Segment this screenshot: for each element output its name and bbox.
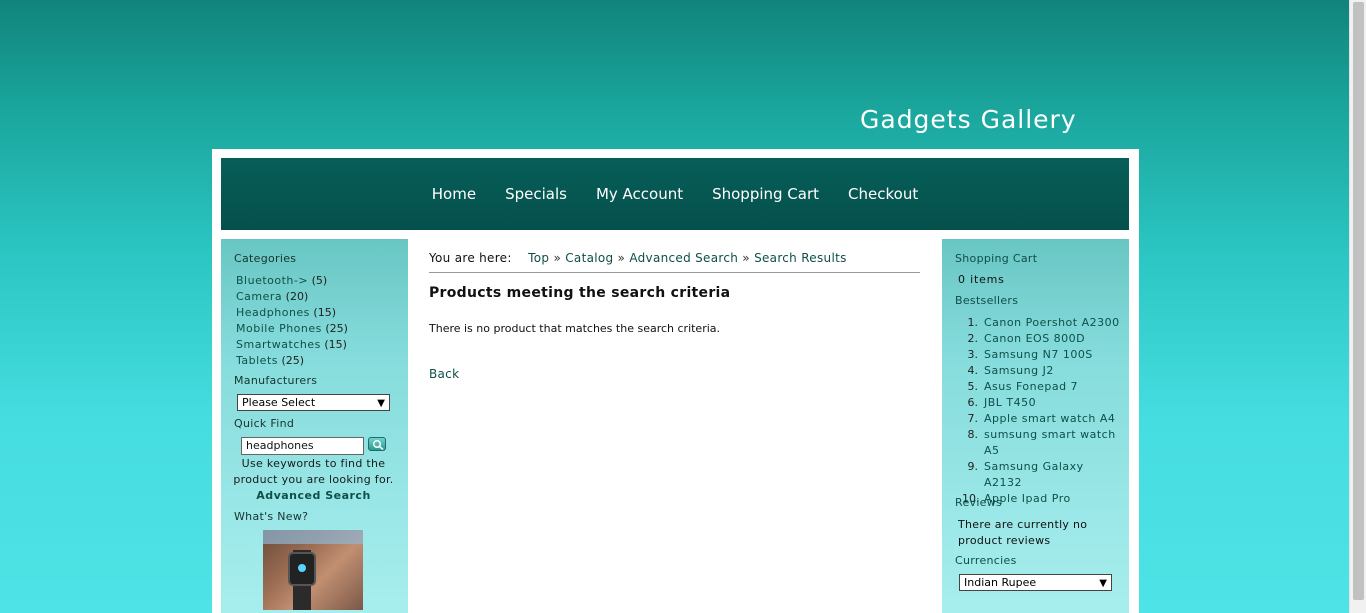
breadcrumb-search-results[interactable]: Search Results [754,251,847,265]
shopping-cart-heading[interactable]: Shopping Cart [955,252,1037,265]
list-item: 7. Apple smart watch A4 [962,411,1122,427]
site-title: Gadgets Gallery [860,105,1077,134]
quick-find-heading: Quick Find [234,417,295,430]
list-number: 8. [967,428,979,441]
right-sidebar: Shopping Cart 0 items Bestsellers 1. Cano… [942,239,1129,613]
page-container: Home Specials My Account Shopping Cart C… [212,149,1139,613]
category-link[interactable]: Headphones [236,306,310,319]
reviews-text: There are currently no product reviews [958,518,1088,547]
breadcrumb-separator: » [742,251,750,265]
list-item: 4. Samsung J2 [962,363,1122,379]
watch-face [288,552,316,586]
cart-item-count: 0 items [958,273,1005,286]
category-item[interactable]: Smartwatches (15) [236,337,348,353]
category-item[interactable]: Tablets (25) [236,353,348,369]
breadcrumb-prefix: You are here: [429,251,512,265]
breadcrumb-separator: » [553,251,562,265]
back-link[interactable]: Back [429,367,459,381]
bestsellers-heading: Bestsellers [955,294,1019,307]
category-link[interactable]: Tablets [236,354,278,367]
vertical-scrollbar[interactable] [1349,0,1366,613]
manufacturers-selected: Please Select [242,396,316,409]
whats-new-product-image[interactable] [263,530,363,610]
search-button[interactable] [368,437,386,451]
bestseller-link[interactable]: Samsung Galaxy A2132 [984,459,1122,491]
category-link[interactable]: Smartwatches [236,338,321,351]
list-item: 5. Asus Fonepad 7 [962,379,1122,395]
whats-new-heading: What's New? [234,510,309,523]
category-count: (25) [325,322,348,335]
scrollbar-thumb[interactable] [1353,2,1364,600]
currency-selected: Indian Rupee [964,576,1037,589]
watch-icon [298,564,306,572]
chevron-down-icon: ▼ [377,398,385,409]
category-item[interactable]: Camera (20) [236,289,348,305]
bestseller-link[interactable]: Apple smart watch A4 [984,411,1122,427]
breadcrumb-advanced-search[interactable]: Advanced Search [629,251,738,265]
advanced-search-link[interactable]: Advanced Search [256,489,371,502]
currency-select[interactable]: Indian Rupee ▼ [959,574,1112,591]
bestseller-link[interactable]: JBL T450 [984,395,1122,411]
categories-heading: Categories [234,252,297,265]
category-item[interactable]: Bluetooth-> (5) [236,273,348,289]
list-number: 5. [967,380,979,393]
bestsellers-list: 1. Canon Poershot A2300 2. Canon EOS 800D … [962,315,1122,507]
quick-find-help: Use keywords to find the product you are… [231,456,396,504]
page-title: Products meeting the search criteria [429,285,731,301]
main-content: You are here: Top » Catalog » Advanced S… [429,249,920,381]
list-number: 9. [967,460,979,473]
nav-my-account[interactable]: My Account [596,185,683,203]
category-link[interactable]: Mobile Phones [236,322,322,335]
bestseller-link[interactable]: Asus Fonepad 7 [984,379,1122,395]
bestseller-link[interactable]: Canon Poershot A2300 [984,315,1122,331]
list-item: 8. sumsung smart watch A5 [962,427,1122,459]
list-item: 6. JBL T450 [962,395,1122,411]
nav-specials[interactable]: Specials [505,185,567,203]
bestseller-link[interactable]: Apple Ipad Pro [984,491,1122,507]
list-item: 1. Canon Poershot A2300 [962,315,1122,331]
list-number: 7. [967,412,979,425]
bestseller-link[interactable]: Samsung J2 [984,363,1122,379]
category-count: (25) [281,354,305,367]
category-count: (5) [311,274,328,287]
list-number: 6. [967,396,979,409]
bestseller-link[interactable]: Canon EOS 800D [984,331,1122,347]
reviews-heading[interactable]: Reviews [955,496,1002,509]
chevron-down-icon: ▼ [1099,578,1107,589]
category-link[interactable]: Bluetooth-> [236,274,308,287]
category-link[interactable]: Camera [236,290,282,303]
main-nav: Home Specials My Account Shopping Cart C… [221,158,1129,230]
breadcrumb-separator: » [617,251,626,265]
nav-shopping-cart[interactable]: Shopping Cart [712,185,819,203]
breadcrumb-catalog[interactable]: Catalog [565,251,613,265]
list-number: 4. [967,364,979,377]
list-number: 3. [967,348,979,361]
breadcrumb: You are here: Top » Catalog » Advanced S… [429,249,920,273]
category-count: (15) [313,306,337,319]
search-icon [372,439,384,450]
list-item: 2. Canon EOS 800D [962,331,1122,347]
category-item[interactable]: Mobile Phones (25) [236,321,348,337]
category-count: (15) [324,338,347,351]
breadcrumb-top[interactable]: Top [528,251,549,265]
manufacturers-select[interactable]: Please Select ▼ [237,394,390,411]
image-background [263,530,363,544]
manufacturers-heading: Manufacturers [234,374,318,387]
currencies-heading: Currencies [955,554,1017,567]
category-item[interactable]: Headphones (15) [236,305,348,321]
left-sidebar: Categories Bluetooth-> (5) Camera (20) H… [221,239,408,613]
bestseller-link[interactable]: sumsung smart watch A5 [984,427,1122,459]
search-input[interactable]: headphones [241,437,364,455]
list-item: 3. Samsung N7 100S [962,347,1122,363]
category-count: (20) [285,290,309,303]
list-number: 1. [967,316,979,329]
quick-find-help-text: Use keywords to find the product you are… [233,457,394,486]
bestseller-link[interactable]: Samsung N7 100S [984,347,1122,363]
no-results-message: There is no product that matches the sea… [429,322,721,335]
category-list: Bluetooth-> (5) Camera (20) Headphones (… [236,273,348,369]
nav-home[interactable]: Home [432,185,476,203]
nav-checkout[interactable]: Checkout [848,185,918,203]
list-number: 2. [967,332,979,345]
list-item: 9. Samsung Galaxy A2132 [962,459,1122,491]
